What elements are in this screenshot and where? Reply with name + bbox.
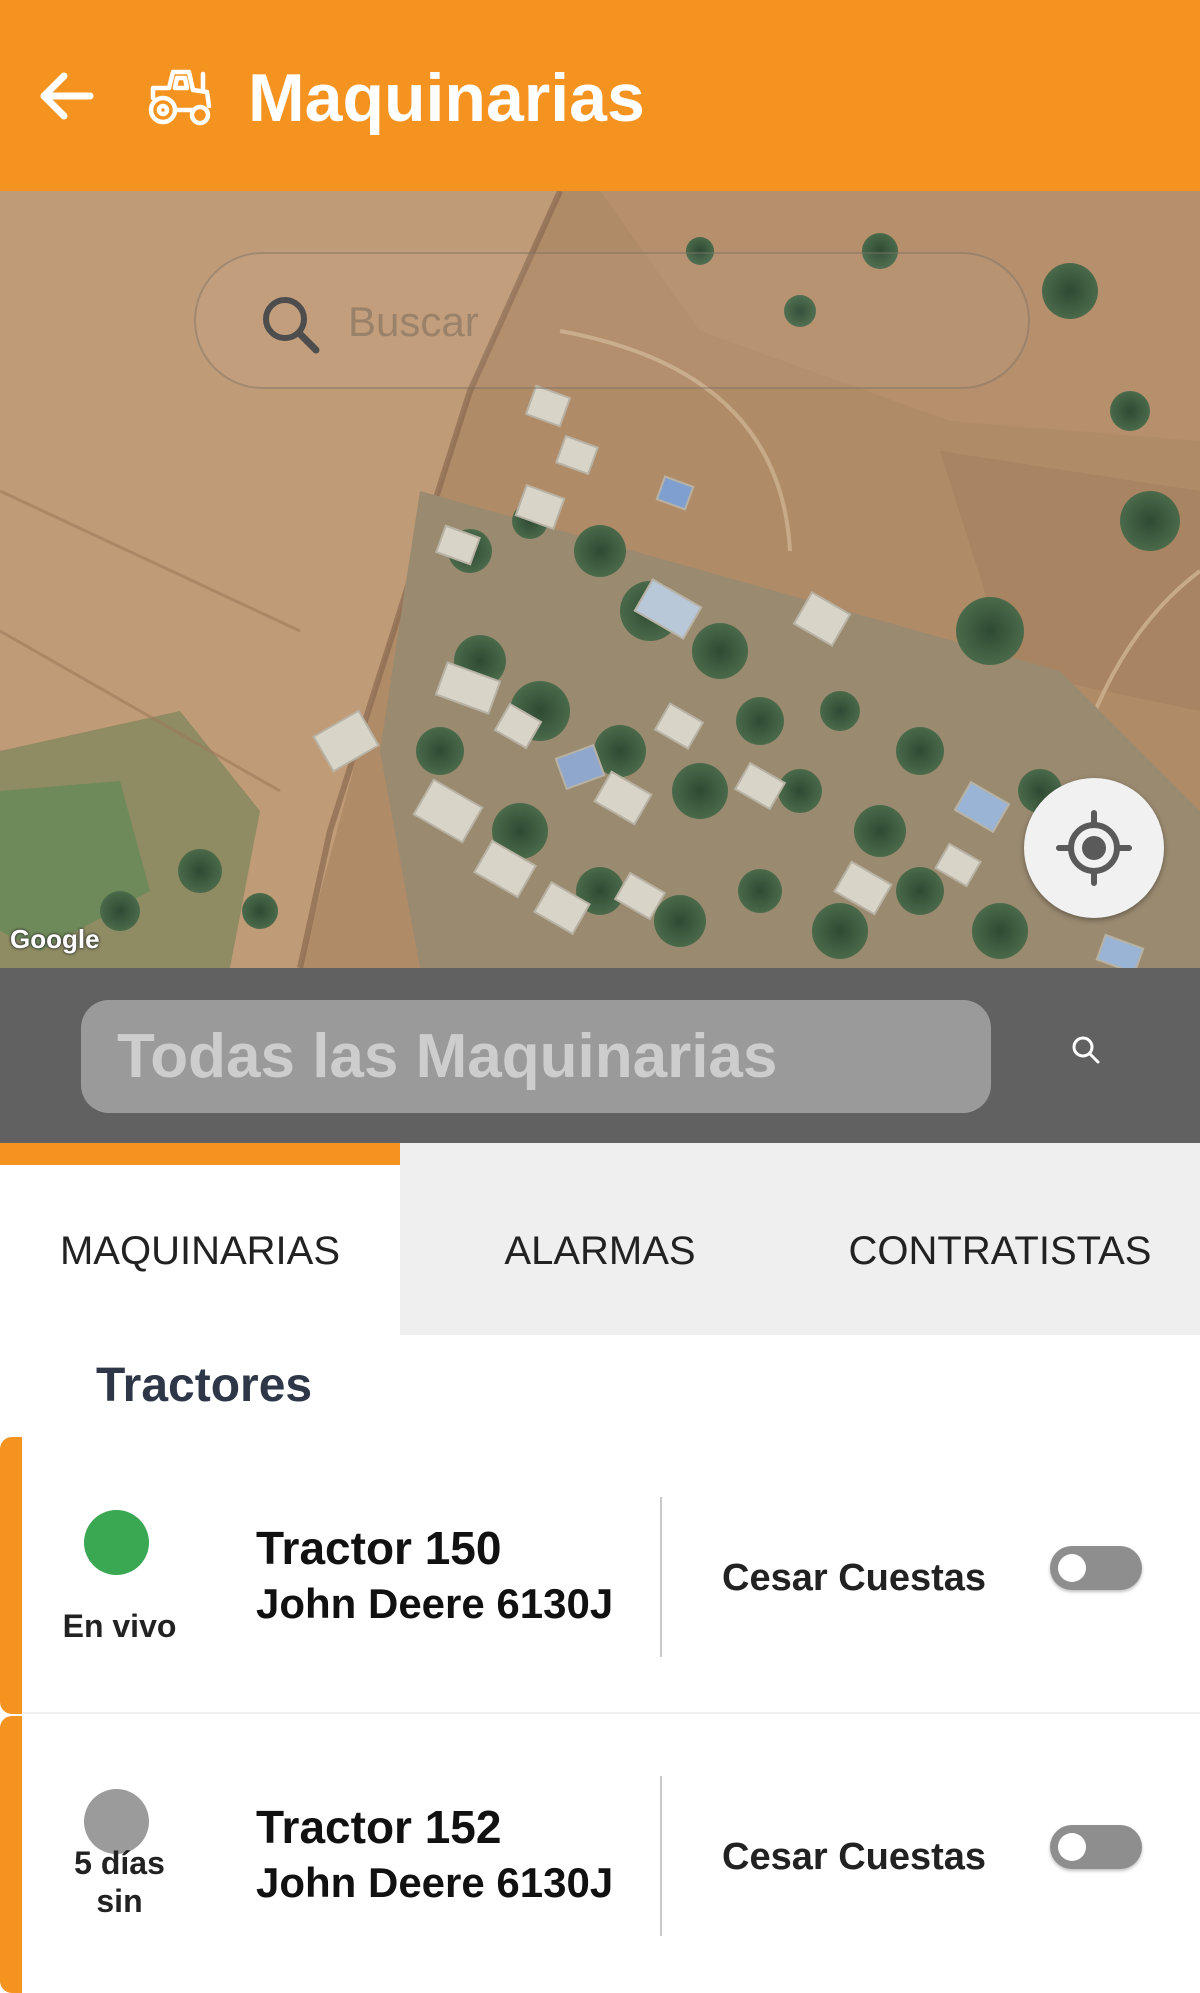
machine-card[interactable]: En vivo Tractor 150 John Deere 6130J Ces… xyxy=(0,1437,1200,1714)
filter-bar xyxy=(0,968,1200,1143)
card-accent xyxy=(0,1437,22,1714)
active-tab-indicator xyxy=(0,1143,400,1165)
toggle-knob xyxy=(1058,1554,1086,1582)
machine-toggle[interactable] xyxy=(1050,1546,1142,1590)
contractor-name: Cesar Cuestas xyxy=(722,1836,987,1878)
map-attribution: Google xyxy=(10,924,100,954)
search-icon xyxy=(263,297,320,354)
contractor-name: Cesar Cuestas xyxy=(722,1557,987,1599)
toggle-knob xyxy=(1058,1833,1086,1861)
divider xyxy=(660,1776,662,1936)
search-icon xyxy=(1072,1036,1100,1064)
machine-name: Tractor 150 xyxy=(256,1522,502,1574)
machine-model: John Deere 6130J xyxy=(256,1580,614,1627)
status-text: En vivo xyxy=(62,1608,177,1644)
tab-contratistas[interactable]: CONTRATISTAS xyxy=(800,1143,1200,1335)
tab-label: ALARMAS xyxy=(504,1228,696,1273)
machinery-filter[interactable] xyxy=(81,1000,991,1113)
card-accent xyxy=(0,1716,22,1993)
card-separator xyxy=(22,1712,1200,1714)
machine-model: John Deere 6130J xyxy=(256,1859,614,1906)
tab-bar: MAQUINARIAS ALARMAS CONTRATISTAS xyxy=(0,1143,1200,1335)
tab-alarmas[interactable]: ALARMAS xyxy=(400,1143,800,1335)
filter-search-button[interactable] xyxy=(1064,1028,1108,1072)
back-button[interactable] xyxy=(28,58,104,134)
arrow-left-icon xyxy=(40,72,94,120)
status-text: 5 días sin xyxy=(74,1845,165,1919)
map-view[interactable]: Google xyxy=(0,191,1200,968)
divider xyxy=(660,1497,662,1657)
app-bar: Maquinarias xyxy=(0,0,1200,191)
machine-toggle[interactable] xyxy=(1050,1825,1142,1869)
machine-card[interactable]: 5 días sin Tractor 152 John Deere 6130J … xyxy=(0,1716,1200,1993)
map-search-input[interactable] xyxy=(348,284,948,360)
tab-label: CONTRATISTAS xyxy=(848,1228,1152,1273)
status-indicator xyxy=(84,1510,149,1575)
section-title: Tractores xyxy=(96,1359,313,1412)
my-location-button[interactable] xyxy=(1024,778,1164,918)
machinery-filter-input[interactable] xyxy=(117,1014,957,1098)
tractor-icon xyxy=(148,69,212,126)
crosshair-icon xyxy=(1056,810,1132,886)
tab-maquinarias[interactable]: MAQUINARIAS xyxy=(0,1143,400,1335)
tab-label: MAQUINARIAS xyxy=(59,1228,341,1273)
map-search-bar[interactable] xyxy=(194,252,1030,389)
machine-name: Tractor 152 xyxy=(256,1801,502,1853)
page-title: Maquinarias xyxy=(248,60,645,136)
